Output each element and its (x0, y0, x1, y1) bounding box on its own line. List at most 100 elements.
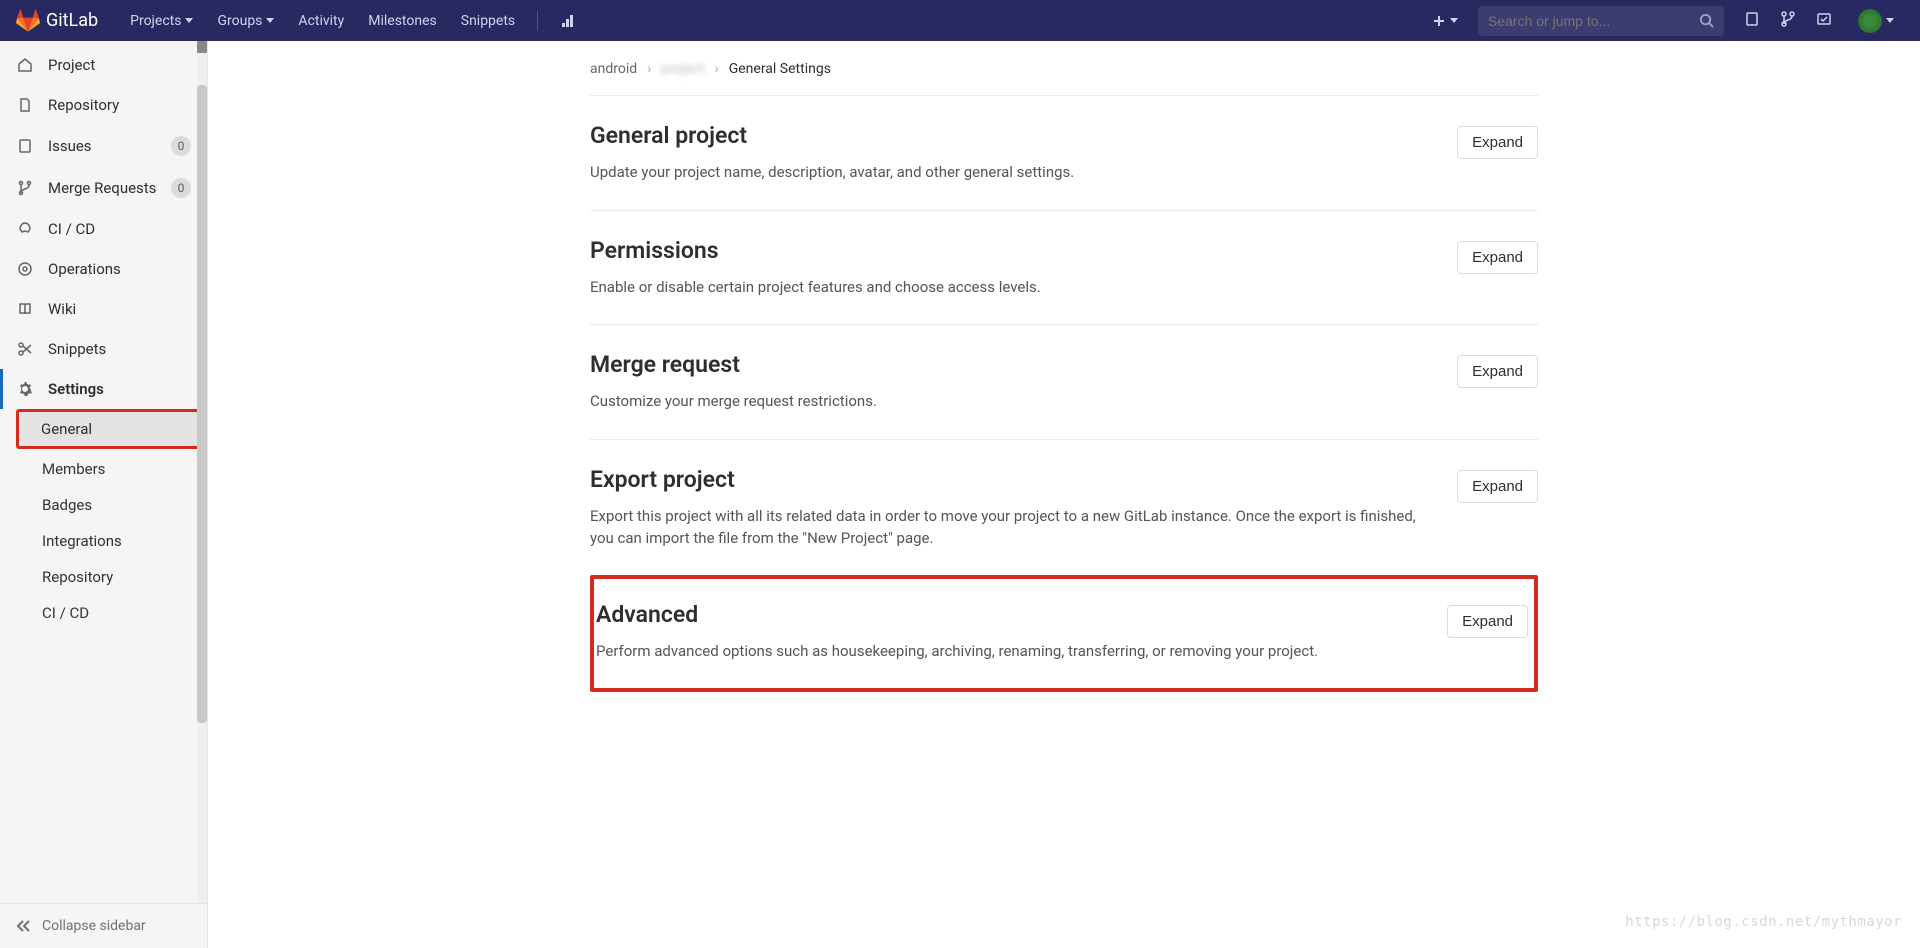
brand-text: GitLab (46, 10, 98, 31)
sidebar-item-issues[interactable]: Issues 0 (0, 125, 207, 167)
issues-icon (16, 137, 34, 155)
section-desc: Customize your merge request restriction… (590, 390, 1430, 413)
issues-shortcut[interactable] (1734, 11, 1770, 31)
sidebar-item-label: Project (48, 56, 95, 74)
chevron-double-left-icon (16, 919, 32, 933)
count-badge: 0 (171, 136, 191, 156)
highlight-box-general: General (16, 409, 203, 449)
breadcrumb-current: General Settings (729, 61, 831, 77)
sidebar-item-wiki[interactable]: Wiki (0, 289, 207, 329)
sidebar-item-repository[interactable]: Repository (0, 85, 207, 125)
sidebar-scrollbar-arrow[interactable] (197, 41, 207, 53)
expand-button[interactable]: Expand (1457, 126, 1538, 159)
rocket-icon (16, 220, 34, 238)
breadcrumb-separator: › (647, 61, 651, 77)
sidebar-item-label: CI / CD (48, 220, 95, 238)
section-title: General project (590, 122, 1437, 149)
section-title: Advanced (596, 601, 1427, 628)
nav-activity[interactable]: Activity (286, 0, 356, 41)
user-avatar (1858, 9, 1882, 33)
nav-milestones[interactable]: Milestones (356, 0, 449, 41)
merge-shortcut[interactable] (1770, 11, 1806, 31)
sidebar-item-label: Snippets (48, 340, 106, 358)
merge-icon (16, 179, 34, 197)
user-menu[interactable] (1842, 9, 1904, 33)
count-badge: 0 (171, 178, 191, 198)
sidebar-nav: Project Repository Issues 0 Merge Request… (0, 41, 207, 631)
brand[interactable]: GitLab (16, 9, 98, 33)
sidebar-sub-members[interactable]: Members (42, 451, 207, 487)
search-input[interactable] (1488, 13, 1699, 29)
sidebar-sub-integrations[interactable]: Integrations (42, 523, 207, 559)
sidebar-item-label: Settings (48, 380, 104, 398)
watermark: https://blog.csdn.net/mythmayor (1625, 914, 1902, 930)
home-icon (16, 56, 34, 74)
search-icon (1699, 13, 1714, 28)
scissors-icon (16, 340, 34, 358)
sidebar-item-label: Merge Requests (48, 179, 156, 197)
expand-button[interactable]: Expand (1457, 470, 1538, 503)
file-icon (16, 96, 34, 114)
section-title: Permissions (590, 237, 1437, 264)
sidebar-sub-general[interactable]: General (19, 412, 200, 446)
sidebar-item-label: Issues (48, 137, 92, 155)
sidebar-item-operations[interactable]: Operations (0, 249, 207, 289)
section-desc: Perform advanced options such as houseke… (596, 640, 1427, 663)
section-permissions: Permissions Enable or disable certain pr… (590, 211, 1538, 326)
sidebar-item-snippets[interactable]: Snippets (0, 329, 207, 369)
chart-icon (560, 13, 576, 29)
topbar: GitLab Projects Groups Activity Mileston… (0, 0, 1920, 41)
expand-button[interactable]: Expand (1457, 241, 1538, 274)
sidebar-sub-badges[interactable]: Badges (42, 487, 207, 523)
merge-icon (1780, 11, 1796, 27)
todos-shortcut[interactable] (1806, 11, 1842, 31)
section-merge-request: Merge request Customize your merge reque… (590, 325, 1538, 440)
sidebar-scrollbar-thumb[interactable] (197, 85, 207, 723)
section-export-project: Export project Export this project with … (590, 440, 1538, 577)
sidebar-item-label: Operations (48, 260, 121, 278)
gear-icon (16, 380, 34, 398)
search-box[interactable] (1478, 6, 1724, 36)
section-desc: Update your project name, description, a… (590, 161, 1430, 184)
nav-projects[interactable]: Projects (118, 0, 205, 41)
sidebar-item-label: Wiki (48, 300, 76, 318)
sidebar: Project Repository Issues 0 Merge Request… (0, 41, 208, 948)
collapse-sidebar-button[interactable]: Collapse sidebar (0, 903, 207, 948)
section-advanced: Advanced Perform advanced options such a… (590, 575, 1538, 693)
chevron-down-icon (266, 18, 274, 23)
sidebar-settings-submenu: Members Badges Integrations Repository C… (0, 451, 207, 631)
breadcrumb-separator: › (715, 61, 719, 77)
main-content: android › project › General Settings Gen… (208, 41, 1920, 948)
nav-groups[interactable]: Groups (205, 0, 286, 41)
expand-button[interactable]: Expand (1447, 605, 1528, 638)
nav-separator (537, 11, 538, 31)
chevron-down-icon (1450, 18, 1458, 23)
sidebar-item-project[interactable]: Project (0, 45, 207, 85)
plus-icon (1432, 14, 1446, 28)
expand-button[interactable]: Expand (1457, 355, 1538, 388)
sidebar-item-cicd[interactable]: CI / CD (0, 209, 207, 249)
gitlab-logo-icon (16, 9, 40, 33)
new-dropdown[interactable] (1422, 14, 1468, 28)
breadcrumb-item[interactable]: android (590, 61, 637, 77)
section-desc: Export this project with all its related… (590, 505, 1430, 550)
chevron-down-icon (185, 18, 193, 23)
nav-snippets[interactable]: Snippets (449, 0, 527, 41)
issues-icon (1744, 11, 1760, 27)
section-title: Merge request (590, 351, 1437, 378)
ops-icon (16, 260, 34, 278)
book-icon (16, 300, 34, 318)
nav-chart[interactable] (548, 0, 588, 41)
section-general-project: General project Update your project name… (590, 96, 1538, 211)
collapse-sidebar-label: Collapse sidebar (42, 918, 146, 934)
section-desc: Enable or disable certain project featur… (590, 276, 1430, 299)
breadcrumb-item[interactable]: project (661, 61, 704, 77)
sidebar-sub-cicd[interactable]: CI / CD (42, 595, 207, 631)
chevron-down-icon (1886, 18, 1894, 23)
sidebar-scrollbar-track[interactable] (197, 41, 207, 903)
todos-icon (1816, 11, 1832, 27)
section-title: Export project (590, 466, 1437, 493)
sidebar-sub-repository[interactable]: Repository (42, 559, 207, 595)
sidebar-item-merge-requests[interactable]: Merge Requests 0 (0, 167, 207, 209)
sidebar-item-settings[interactable]: Settings (0, 369, 207, 409)
